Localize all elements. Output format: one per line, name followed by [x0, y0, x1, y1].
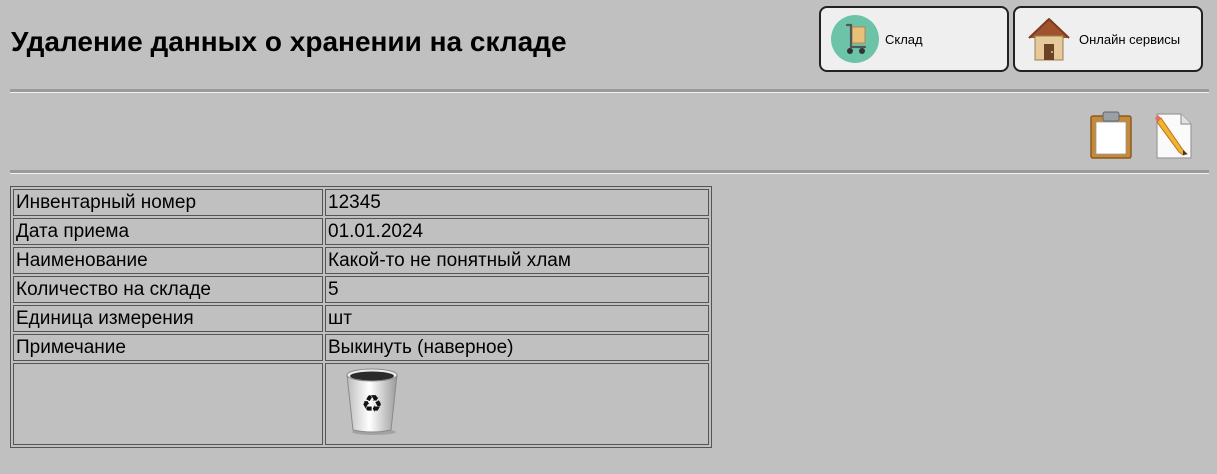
page-title: Удаление данных о хранении на складе	[11, 26, 567, 57]
field-value: 01.01.2024	[325, 218, 709, 245]
online-services-label: Онлайн сервисы	[1079, 31, 1181, 47]
field-value: Какой-то не понятный хлам	[325, 247, 709, 274]
field-label: Примечание	[13, 334, 323, 361]
table-row: Примечание Выкинуть (наверное)	[13, 334, 709, 361]
online-services-button[interactable]: Онлайн сервисы	[1013, 6, 1203, 72]
delete-row: ♻	[13, 363, 709, 445]
table-row: Инвентарный номер 12345	[13, 189, 709, 216]
field-value: Выкинуть (наверное)	[325, 334, 709, 361]
field-label: Инвентарный номер	[13, 189, 323, 216]
field-value: 12345	[325, 189, 709, 216]
house-icon	[1027, 16, 1071, 62]
field-label: Единица измерения	[13, 305, 323, 332]
field-value: шт	[325, 305, 709, 332]
table-row: Количество на складе 5	[13, 276, 709, 303]
header-divider	[10, 89, 1209, 93]
clipboard-icon[interactable]	[1088, 110, 1134, 165]
field-label: Наименование	[13, 247, 323, 274]
hand-truck-icon	[831, 15, 879, 63]
recycle-bin-icon[interactable]: ♻	[342, 366, 402, 442]
field-label: Дата приема	[13, 218, 323, 245]
field-value: 5	[325, 276, 709, 303]
edit-document-icon[interactable]	[1153, 112, 1195, 165]
sklad-button[interactable]: Склад	[819, 6, 1009, 72]
empty-cell	[13, 363, 323, 445]
delete-cell: ♻	[325, 363, 709, 445]
table-row: Единица измерения шт	[13, 305, 709, 332]
field-label: Количество на складе	[13, 276, 323, 303]
sklad-label: Склад	[885, 31, 923, 47]
toolbar-divider	[10, 170, 1209, 174]
svg-text:♻: ♻	[361, 390, 383, 418]
record-table: Инвентарный номер 12345 Дата приема 01.0…	[10, 186, 712, 448]
table-row: Наименование Какой-то не понятный хлам	[13, 247, 709, 274]
table-row: Дата приема 01.01.2024	[13, 218, 709, 245]
